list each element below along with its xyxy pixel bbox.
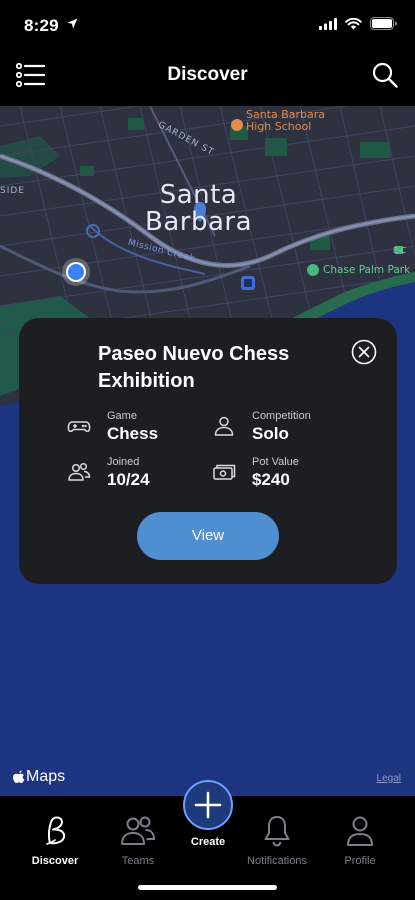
map-label-side: SIDE xyxy=(0,186,25,196)
battery-icon xyxy=(370,17,397,30)
stat-value: 10/24 xyxy=(107,470,150,489)
page-title: Discover xyxy=(167,64,248,85)
apple-maps-logo: Maps xyxy=(12,768,65,786)
tab-label: Notifications xyxy=(247,855,307,867)
person-icon xyxy=(214,416,234,436)
home-indicator[interactable] xyxy=(138,885,277,890)
nav-bar: Discover xyxy=(0,48,415,106)
stat-value: $240 xyxy=(252,470,290,489)
cash-icon xyxy=(213,464,236,480)
create-button[interactable] xyxy=(183,780,233,830)
map-label-edge: E C xyxy=(393,246,407,255)
person-icon xyxy=(347,816,373,846)
status-time: 8:29 xyxy=(24,16,59,35)
map-label-park: Chase Palm Park xyxy=(323,264,411,276)
plus-icon xyxy=(194,791,222,819)
status-icons xyxy=(319,17,397,30)
stat-value: Chess xyxy=(107,424,159,443)
close-button[interactable] xyxy=(351,339,377,365)
view-button[interactable]: View xyxy=(137,512,279,560)
close-circle-icon xyxy=(351,339,377,365)
stat-label: Pot Value xyxy=(252,456,299,468)
brand-b-icon xyxy=(46,816,66,845)
create-label: Create xyxy=(190,836,226,848)
stat-value: Solo xyxy=(252,424,289,443)
apple-logo-icon xyxy=(13,770,25,783)
location-arrow-icon xyxy=(67,18,78,29)
tab-label: Profile xyxy=(344,855,376,867)
wifi-icon xyxy=(345,17,362,29)
stat-label: Competition xyxy=(252,410,311,422)
tab-profile[interactable]: Profile xyxy=(320,814,400,867)
people-icon xyxy=(121,816,156,845)
legal-link[interactable]: Legal xyxy=(377,773,401,784)
cellular-signal-icon xyxy=(319,17,337,30)
search-icon xyxy=(372,62,398,88)
stat-label: Joined xyxy=(107,456,140,468)
event-card: Paseo Nuevo Chess Exhibition Game Chess … xyxy=(19,318,397,584)
maps-brand-text: Maps xyxy=(26,768,66,785)
status-bar: 8:29 xyxy=(0,0,415,48)
user-location-dot xyxy=(68,264,84,280)
search-button[interactable] xyxy=(371,61,399,89)
tab-notifications[interactable]: Notifications xyxy=(237,814,317,867)
map-label-city: Santa Barbara xyxy=(145,180,253,237)
tab-teams[interactable]: Teams xyxy=(98,814,178,867)
people-icon xyxy=(68,462,91,481)
gamepad-icon xyxy=(67,421,91,433)
tab-label: Discover xyxy=(31,855,79,867)
tab-label: Teams xyxy=(121,855,155,867)
stat-label: Game xyxy=(107,410,137,422)
event-title: Paseo Nuevo Chess Exhibition xyxy=(98,343,290,392)
bell-icon xyxy=(264,816,290,847)
map-label-school: Santa Barbara High School xyxy=(246,108,326,133)
tab-discover[interactable]: Discover xyxy=(15,814,95,867)
